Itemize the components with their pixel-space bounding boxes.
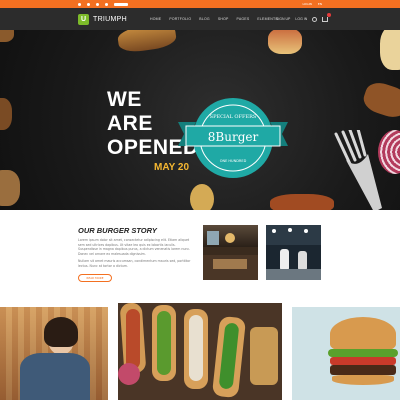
nav-item-home[interactable]: HOME — [150, 17, 161, 21]
email-link[interactable] — [114, 2, 128, 6]
cart-icon[interactable] — [322, 12, 332, 22]
nav-item-shop[interactable]: SHOP — [218, 17, 229, 21]
top-bar-right: LOGIN EN — [302, 2, 322, 6]
story-paragraph: Nullam sit amet mauris accumsan, condime… — [78, 259, 191, 268]
food-image — [0, 98, 12, 130]
nav-item-elements[interactable]: ELEMENTS — [257, 17, 277, 21]
story-text: Lorem ipsum dolor sit amet, consectetur … — [78, 238, 196, 269]
food-image — [360, 78, 400, 122]
food-image — [268, 30, 302, 54]
instagram-icon[interactable] — [96, 2, 99, 6]
nav-item-pages[interactable]: PAGES — [237, 17, 250, 21]
fork-icon — [334, 130, 382, 210]
badge-bottom-text: ONE HUNDRED — [220, 159, 247, 163]
account-nav: SIGN UP LOG IN — [276, 8, 332, 30]
logo-mark: U — [80, 15, 87, 23]
top-login-link[interactable]: LOGIN — [302, 2, 311, 6]
page: LOGIN EN U TRIUMPH HOME PORTFOLIO BLOG S… — [0, 0, 400, 400]
site-header: U TRIUMPH HOME PORTFOLIO BLOG SHOP PAGES… — [0, 8, 400, 30]
facebook-icon[interactable] — [87, 2, 90, 6]
badge-seal-icon: 8Burger SPECIAL OFFERS ONE HUNDRED — [178, 98, 288, 178]
food-image — [0, 30, 14, 42]
read-more-button[interactable]: READ MORE — [78, 274, 112, 282]
food-image — [270, 194, 334, 210]
smiling-woman-image — [0, 307, 108, 400]
twitter-icon[interactable] — [78, 2, 81, 6]
cart-badge — [327, 12, 332, 17]
cafe-interior-image — [203, 225, 258, 280]
top-bar: LOGIN EN — [0, 0, 400, 8]
story-paragraph: Lorem ipsum dolor sit amet, consectetur … — [78, 238, 191, 256]
badge-top-text: SPECIAL OFFERS — [210, 114, 257, 120]
story-heading: OUR BURGER STORY — [78, 226, 157, 235]
burger-image — [292, 307, 400, 400]
main-nav: HOME PORTFOLIO BLOG SHOP PAGES ELEMENTS — [150, 8, 278, 30]
sign-up-link[interactable]: SIGN UP — [276, 17, 290, 21]
badge-name: 8Burger — [208, 130, 259, 144]
social-links — [78, 2, 128, 6]
log-in-link[interactable]: LOG IN — [295, 17, 307, 21]
food-image — [380, 30, 400, 70]
google-plus-icon[interactable] — [105, 2, 108, 6]
food-image — [116, 30, 178, 54]
nav-item-blog[interactable]: BLOG — [199, 17, 210, 21]
kitchen-staff-image — [266, 225, 321, 280]
hero-banner: WE ARE OPENED MAY 20 8Burger SPECIAL OFF… — [0, 30, 400, 210]
special-offer-badge: 8Burger SPECIAL OFFERS ONE HUNDRED — [178, 82, 288, 194]
brand-name[interactable]: TRIUMPH — [93, 16, 127, 23]
nav-item-portfolio[interactable]: PORTFOLIO — [169, 17, 191, 21]
language-selector[interactable]: EN — [318, 2, 322, 6]
search-icon[interactable] — [312, 16, 318, 22]
hotdogs-image — [118, 303, 282, 400]
logo-icon[interactable]: U — [78, 13, 89, 25]
food-image — [0, 170, 20, 206]
